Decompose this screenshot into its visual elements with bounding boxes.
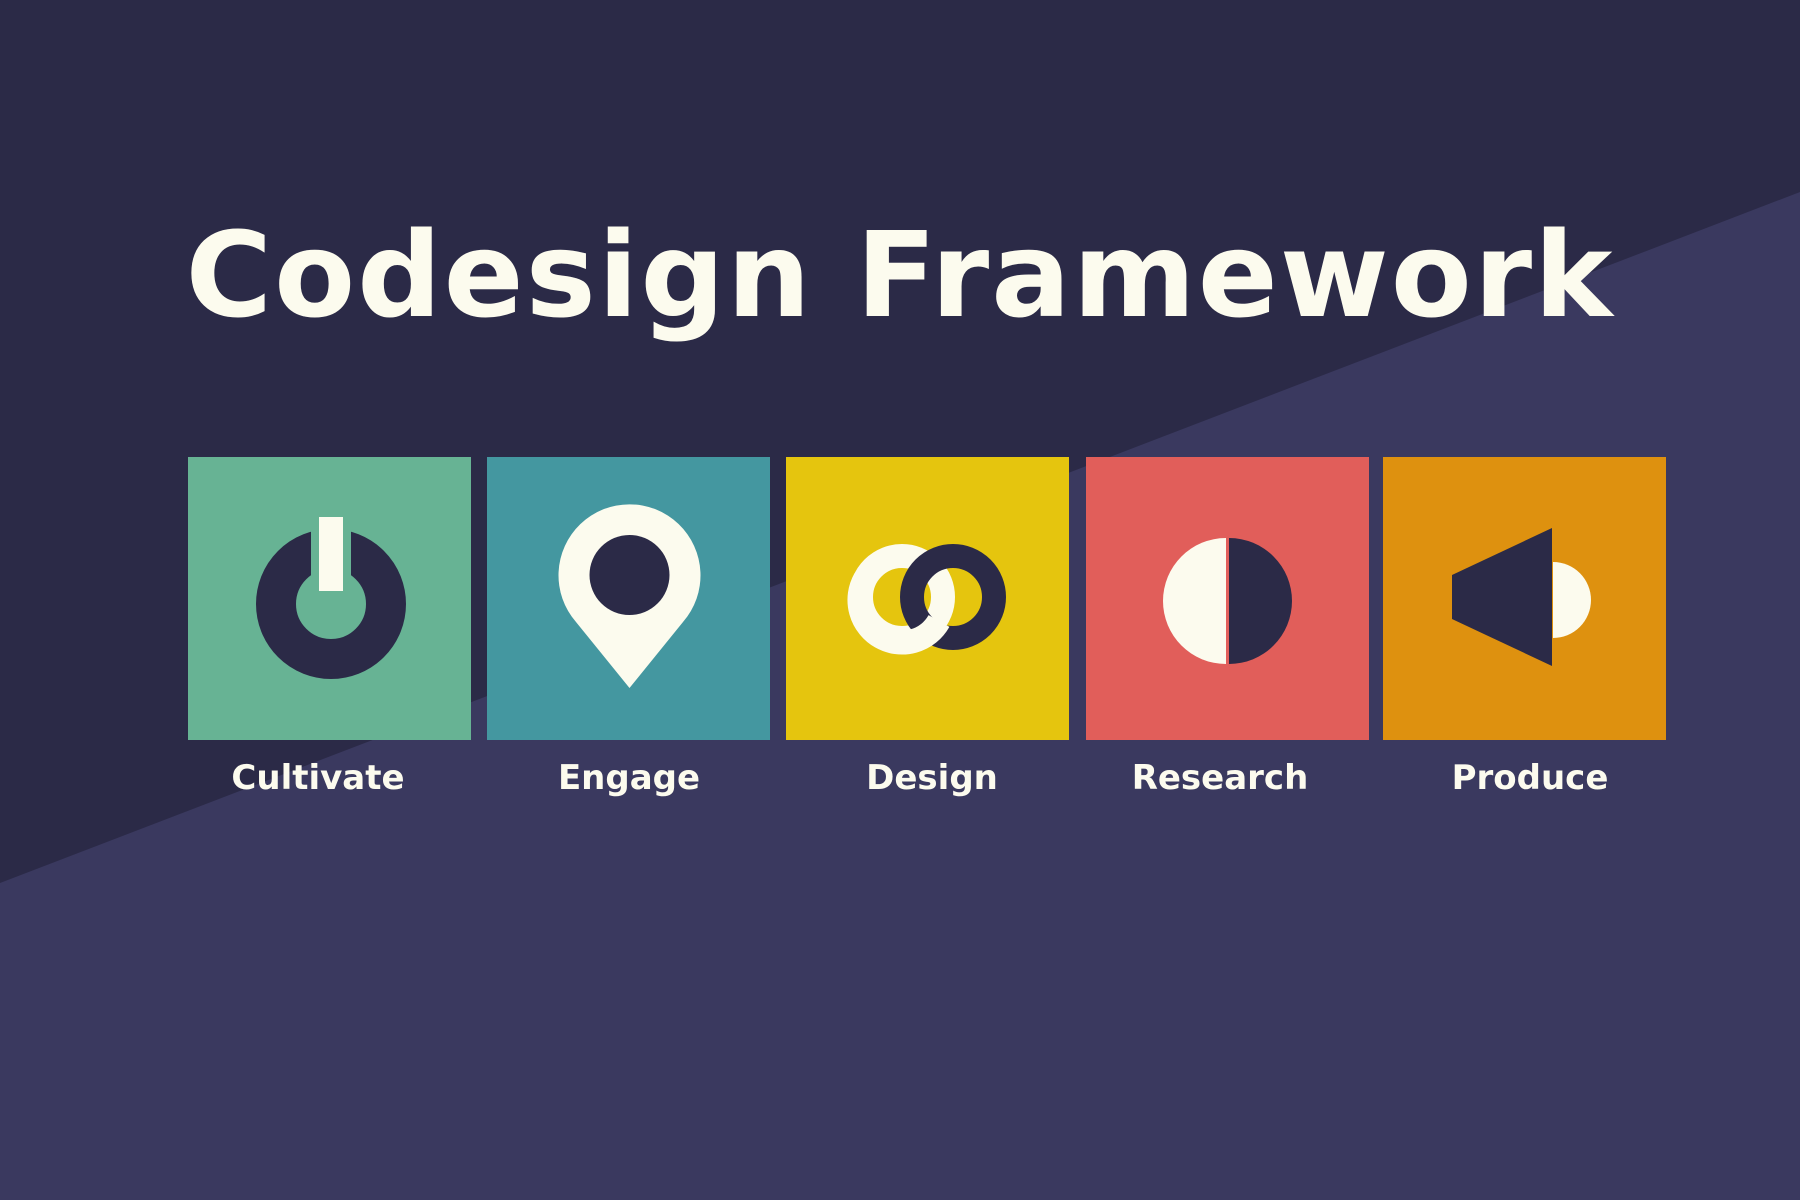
label-research: Research xyxy=(1131,758,1309,798)
tile-engage xyxy=(487,457,770,740)
tile-background xyxy=(188,457,471,740)
tile-design xyxy=(786,457,1069,740)
label-design: Design xyxy=(866,758,998,798)
tile-cultivate xyxy=(188,457,471,740)
label-engage: Engage xyxy=(557,758,701,798)
tile-produce xyxy=(1383,457,1666,740)
tile-background xyxy=(786,457,1069,740)
tile-research xyxy=(1086,457,1369,740)
tile-background xyxy=(1086,457,1369,740)
label-produce: Produce xyxy=(1451,758,1609,798)
label-cultivate: Cultivate xyxy=(231,758,405,798)
page-title: Codesign Framework xyxy=(185,206,1615,344)
